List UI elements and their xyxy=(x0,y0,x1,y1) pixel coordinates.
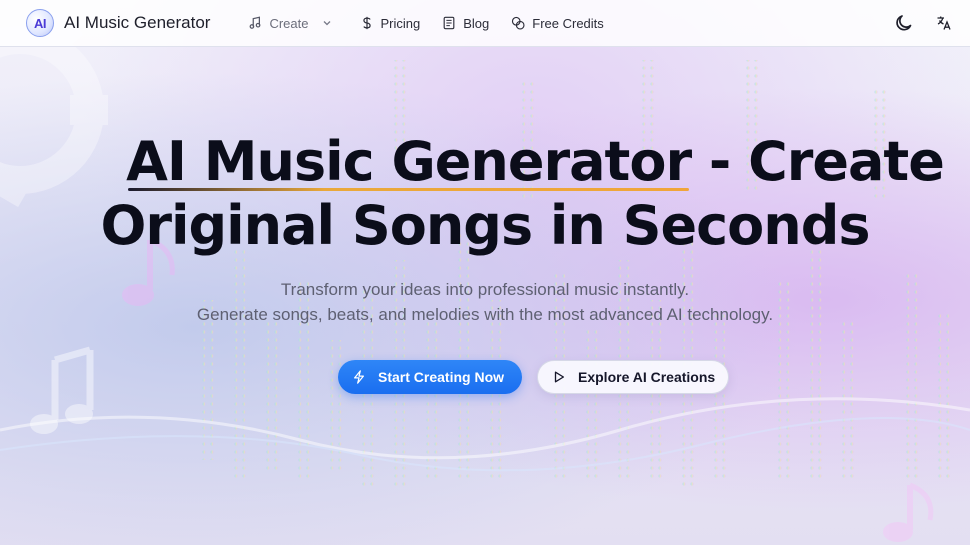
nav-item-create[interactable]: Create xyxy=(248,16,339,31)
light-wave-decoration xyxy=(0,397,970,472)
nav-item-label: Blog xyxy=(463,15,490,31)
hero-subtitle-line-2: Generate songs, beats, and melodies with… xyxy=(196,305,774,324)
brand-name: AI Music Generator xyxy=(64,13,211,32)
translate-icon xyxy=(937,16,951,30)
explore-creations-button[interactable]: Explore AI Creations xyxy=(537,360,729,394)
explore-creations-label: Explore AI Creations xyxy=(578,369,716,385)
play-icon xyxy=(554,371,565,383)
theme-toggle-button[interactable] xyxy=(894,13,914,33)
nav-item-label: Pricing xyxy=(380,15,421,31)
dollar-icon xyxy=(363,16,372,30)
hero-title-line-1: AI Music Generator - Create xyxy=(0,130,970,194)
nav-item-label: Create xyxy=(269,15,309,31)
equalizer-background-art xyxy=(0,11,970,542)
nav-right-actions xyxy=(872,13,952,33)
start-creating-label: Start Creating Now xyxy=(378,369,505,385)
nav-links: Create Pricing Blog Free Credits xyxy=(248,16,625,31)
language-button[interactable] xyxy=(936,15,952,31)
hero-subtitle: Transform your ideas into professional m… xyxy=(0,277,970,327)
top-navigation: AI AI Music Generator Create Pricing Blo… xyxy=(0,0,970,47)
app-logo: AI xyxy=(26,9,54,37)
hero-title-rest: - Create xyxy=(691,130,945,193)
coins-icon xyxy=(512,16,525,30)
nav-item-blog[interactable]: Blog xyxy=(442,16,489,31)
hero-title-line-2: Original Songs in Seconds xyxy=(100,194,870,257)
chevron-down-icon xyxy=(324,21,331,26)
equalizer-bars xyxy=(200,60,952,490)
nav-item-label: Free Credits xyxy=(532,15,604,31)
start-creating-button[interactable]: Start Creating Now xyxy=(338,360,522,394)
hero-background xyxy=(0,0,970,545)
music-note-decoration xyxy=(883,482,934,542)
lightning-icon xyxy=(354,370,364,384)
hero-subtitle-line-1: Transform your ideas into professional m… xyxy=(280,280,690,299)
document-icon xyxy=(443,16,455,30)
moon-icon xyxy=(896,15,912,31)
nav-item-pricing[interactable]: Pricing xyxy=(361,16,420,31)
hero-title-highlight: AI Music Generator xyxy=(126,130,692,193)
nav-item-free-credits[interactable]: Free Credits xyxy=(511,16,604,31)
music-note-icon xyxy=(250,16,261,29)
brand-link[interactable]: AI AI Music Generator xyxy=(26,9,210,37)
hero-title: AI Music Generator - Create Original Son… xyxy=(0,130,970,258)
